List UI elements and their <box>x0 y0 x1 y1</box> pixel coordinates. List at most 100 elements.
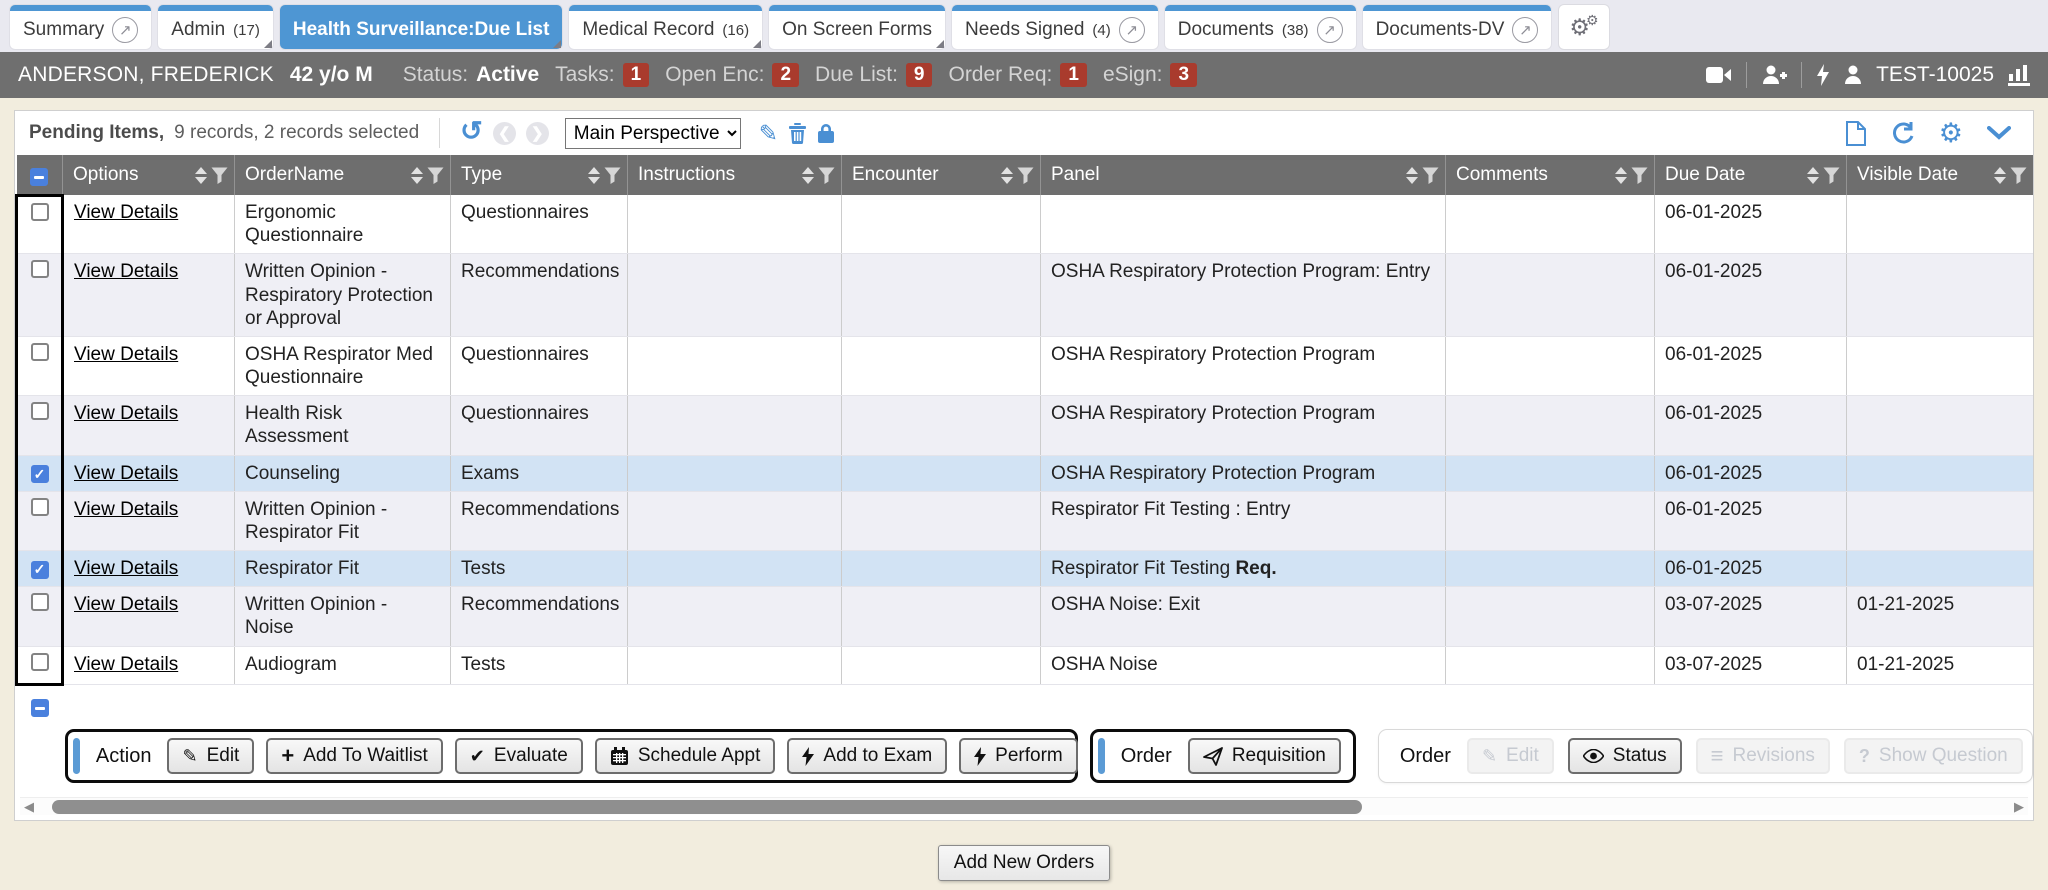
add-to-exam-button[interactable]: Add to Exam <box>787 738 947 774</box>
external-link-icon[interactable]: ↗ <box>1512 17 1538 43</box>
filter-funnel-icon[interactable] <box>2010 167 2027 184</box>
row-checkbox[interactable]: ✓ <box>31 465 49 483</box>
delete-perspective-trash-icon[interactable] <box>788 122 807 144</box>
filter-funnel-icon[interactable] <box>427 167 444 184</box>
row-checkbox[interactable] <box>31 653 49 671</box>
filter-funnel-icon[interactable] <box>1631 167 1648 184</box>
due-date-cell: 06-01-2025 <box>1655 336 1847 395</box>
sort-icon[interactable] <box>1807 167 1819 184</box>
row-checkbox[interactable] <box>31 203 49 221</box>
scroll-right-arrow-icon[interactable]: ▶ <box>2010 800 2028 813</box>
column-header-ordername[interactable]: OrderName <box>235 155 451 195</box>
horizontal-scrollbar[interactable]: ◀ ▶ <box>20 797 2028 815</box>
perform-button[interactable]: Perform <box>959 738 1078 774</box>
tab-settings-button[interactable]: ⚙ ⚙ <box>1559 5 1608 49</box>
due-list-count-badge[interactable]: 9 <box>906 63 933 87</box>
view-details-link[interactable]: View Details <box>74 654 178 675</box>
previous-page-icon[interactable]: ❮ <box>493 122 516 145</box>
lock-icon[interactable] <box>817 122 835 144</box>
tab-summary[interactable]: Summary ↗ <box>10 5 151 49</box>
column-header-due-date[interactable]: Due Date <box>1655 155 1847 195</box>
view-details-link[interactable]: View Details <box>74 261 178 282</box>
column-header-visible-date[interactable]: Visible Date <box>1847 155 2033 195</box>
sort-icon[interactable] <box>1406 167 1418 184</box>
type-cell: Questionnaires <box>451 336 628 395</box>
view-details-link[interactable]: View Details <box>74 594 178 615</box>
scroll-left-arrow-icon[interactable]: ◀ <box>20 800 38 813</box>
filter-funnel-icon[interactable] <box>604 167 621 184</box>
view-details-link[interactable]: View Details <box>74 403 178 424</box>
row-checkbox[interactable]: ✓ <box>31 561 49 579</box>
select-all-checkbox[interactable] <box>30 168 48 186</box>
sort-icon[interactable] <box>411 167 423 184</box>
sort-icon[interactable] <box>195 167 207 184</box>
view-details-link[interactable]: View Details <box>74 344 178 365</box>
external-link-icon[interactable]: ↗ <box>1119 17 1145 43</box>
edit-perspective-pencil-icon[interactable]: ✎ <box>759 122 778 145</box>
collapse-chevron-icon[interactable] <box>1987 126 2011 140</box>
requisition-button[interactable]: Requisition <box>1188 738 1341 774</box>
filter-funnel-icon[interactable] <box>211 167 228 184</box>
column-header-type[interactable]: Type <box>451 155 628 195</box>
column-header-comments[interactable]: Comments <box>1446 155 1655 195</box>
filter-funnel-icon[interactable] <box>1017 167 1034 184</box>
column-header-options[interactable]: Options <box>63 155 235 195</box>
open-enc-count-badge[interactable]: 2 <box>772 63 799 87</box>
sort-icon[interactable] <box>1615 167 1627 184</box>
refresh-icon[interactable] <box>1890 121 1915 146</box>
add-new-orders-button[interactable]: Add New Orders <box>938 845 1110 881</box>
row-checkbox[interactable] <box>31 343 49 361</box>
person-icon[interactable] <box>1844 65 1862 85</box>
sort-icon[interactable] <box>588 167 600 184</box>
row-checkbox[interactable] <box>31 402 49 420</box>
next-page-icon[interactable]: ❯ <box>526 122 549 145</box>
external-link-icon[interactable]: ↗ <box>1317 17 1343 43</box>
scrollbar-track[interactable] <box>38 799 2010 815</box>
column-header-panel[interactable]: Panel <box>1041 155 1446 195</box>
perspective-select[interactable]: Main Perspective <box>565 118 741 149</box>
order-name-cell: Counseling <box>235 455 451 491</box>
sort-icon[interactable] <box>1001 167 1013 184</box>
tab-needs-signed[interactable]: Needs Signed (4) ↗ <box>952 5 1158 49</box>
tab-medical-record[interactable]: Medical Record (16) <box>569 5 762 49</box>
sort-icon[interactable] <box>1994 167 2006 184</box>
order-req-count-badge[interactable]: 1 <box>1060 63 1087 87</box>
new-document-icon[interactable] <box>1846 121 1866 146</box>
filter-funnel-icon[interactable] <box>1823 167 1840 184</box>
add-to-waitlist-button[interactable]: + Add To Waitlist <box>266 738 442 774</box>
lightning-icon[interactable] <box>1816 64 1830 86</box>
evaluate-button[interactable]: ✔ Evaluate <box>455 738 583 774</box>
column-header-encounter[interactable]: Encounter <box>842 155 1041 195</box>
tab-health-surveillance-due-list[interactable]: Health Surveillance:Due List <box>280 5 563 49</box>
row-checkbox[interactable] <box>31 498 49 516</box>
tab-documents-dv[interactable]: Documents-DV ↗ <box>1363 5 1552 49</box>
type-cell: Exams <box>451 455 628 491</box>
schedule-appt-button[interactable]: Schedule Appt <box>595 738 776 774</box>
tasks-count-badge[interactable]: 1 <box>623 63 650 87</box>
filter-funnel-icon[interactable] <box>818 167 835 184</box>
add-person-icon[interactable] <box>1761 65 1787 85</box>
view-details-link[interactable]: View Details <box>74 202 178 223</box>
view-details-link[interactable]: View Details <box>74 499 178 520</box>
column-header-instructions[interactable]: Instructions <box>628 155 842 195</box>
sort-icon[interactable] <box>802 167 814 184</box>
tab-on-screen-forms[interactable]: On Screen Forms <box>769 5 945 49</box>
bar-chart-icon[interactable] <box>2008 65 2030 86</box>
view-details-link[interactable]: View Details <box>74 558 178 579</box>
status-button[interactable]: Status <box>1568 738 1682 774</box>
tab-admin[interactable]: Admin (17) <box>158 5 273 49</box>
esign-count-badge[interactable]: 3 <box>1170 63 1197 87</box>
row-checkbox[interactable] <box>31 593 49 611</box>
tab-documents[interactable]: Documents (38) ↗ <box>1165 5 1356 49</box>
grid-settings-gear-icon[interactable]: ⚙ <box>1939 120 1963 147</box>
video-camera-icon[interactable] <box>1706 66 1732 84</box>
scrollbar-thumb[interactable] <box>52 800 1362 814</box>
filter-funnel-icon[interactable] <box>1422 167 1439 184</box>
view-details-link[interactable]: View Details <box>74 463 178 484</box>
external-link-icon[interactable]: ↗ <box>112 17 138 43</box>
undo-icon[interactable]: ↺ <box>460 118 483 145</box>
edit-button[interactable]: ✎ Edit <box>167 738 254 774</box>
tab-label: Admin <box>171 19 225 41</box>
row-checkbox[interactable] <box>31 260 49 278</box>
select-all-footer-checkbox[interactable] <box>31 699 49 717</box>
